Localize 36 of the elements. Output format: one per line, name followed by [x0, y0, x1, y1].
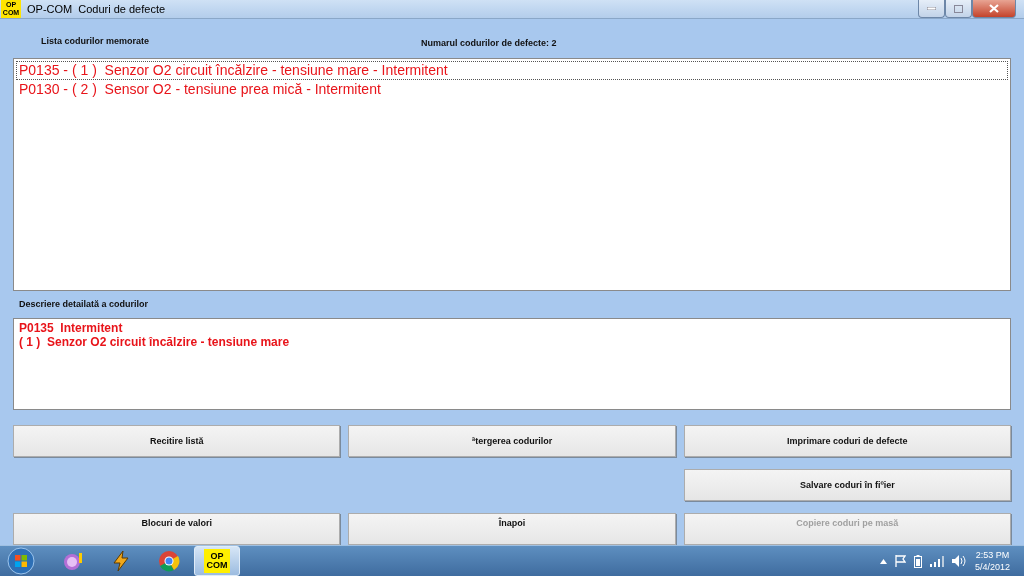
clock[interactable]: 2:53 PM 5/4/2012 — [974, 549, 1010, 573]
start-button[interactable] — [6, 547, 36, 575]
maximize-icon — [954, 4, 963, 13]
list-label: Lista codurilor memorate — [41, 35, 150, 46]
taskbar-item[interactable]: OP COM — [194, 546, 240, 576]
action-button[interactable]: Blocuri de valori — [13, 513, 341, 545]
speaker-icon[interactable] — [951, 555, 967, 567]
action-button[interactable]: Imprimare coduri de defecte — [683, 425, 1011, 457]
caret-up-icon[interactable] — [879, 558, 887, 564]
action-button[interactable]: Recitire listă — [13, 425, 341, 457]
code-item[interactable]: P0130 - ( 2 ) Sensor O2 - tensiune prea mică - Intermitent — [16, 79, 1008, 99]
clock-time: 2:53 PM — [975, 549, 1010, 561]
minimize-button[interactable] — [918, 0, 945, 18]
app-logo: OP COM — [204, 549, 230, 573]
code-item[interactable]: P0135 - ( 1 ) Senzor O2 circuit încălzire - tensiune mare - Intermitent — [16, 60, 1008, 80]
maximize-button[interactable] — [945, 0, 972, 18]
code-list[interactable]: P0135 - ( 1 ) Senzor O2 circuit încălzire - tensiune mare - Intermitent P0130 - ( 2 ) Sensor O2 - tensiune prea mică - Intermitent — [13, 57, 1011, 291]
signal-icon[interactable] — [929, 555, 944, 567]
close-button[interactable] — [972, 0, 1016, 18]
minimize-icon — [927, 7, 936, 10]
battery-icon[interactable] — [913, 554, 922, 568]
browser-icon — [158, 550, 180, 572]
lightning-icon — [110, 550, 132, 572]
close-icon — [989, 4, 999, 13]
window-title: Coduri de defecte — [78, 3, 166, 15]
code-count: Numarul codurilor de defecte: 2 — [421, 37, 557, 48]
flag-icon[interactable] — [894, 555, 906, 567]
action-button[interactable]: Salvare coduri în fiºier — [683, 469, 1011, 501]
detail-label: Descriere detailată a codurilor — [19, 299, 149, 310]
smiley-icon — [62, 551, 84, 571]
clock-date: 5/4/2012 — [974, 561, 1010, 573]
detail-line: P0135 Intermitent — [19, 320, 124, 335]
detail-line: ( 1 ) Senzor O2 circuit încălzire - tensiune mare — [19, 334, 291, 349]
action-button[interactable]: ªtergerea codurilor — [348, 425, 676, 457]
action-button[interactable]: Înapoi — [348, 513, 676, 545]
app-name: OP-COM — [27, 3, 73, 15]
